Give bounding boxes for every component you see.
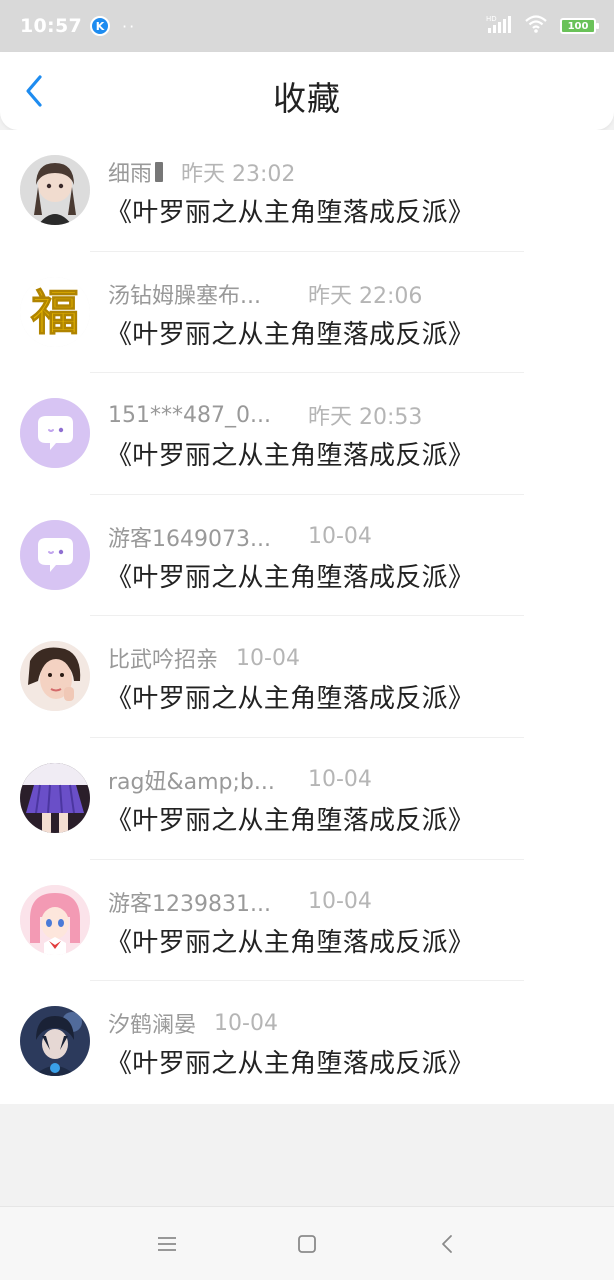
meta-line: 汤钻姆臊塞布... 昨天 22:06	[108, 278, 594, 310]
username[interactable]: 比武吟招亲	[108, 642, 218, 674]
pink-anime-avatar-icon	[20, 884, 90, 955]
story-title[interactable]: 《叶罗丽之从主角堕落成反派》	[106, 314, 474, 351]
status-bar: 10:57 K ·· HD 100	[0, 0, 614, 52]
timestamp: 10-04	[308, 767, 372, 793]
story-title[interactable]: 《叶罗丽之从主角堕落成反派》	[106, 800, 474, 837]
status-time: 10:57	[20, 15, 82, 37]
app-notification-icon: K	[89, 16, 110, 36]
system-back-button[interactable]	[427, 1224, 467, 1264]
photo-avatar-icon	[20, 641, 90, 712]
fu-character-avatar-icon: 福	[20, 276, 90, 347]
signal-icon: HD	[486, 14, 512, 38]
username[interactable]: 汐鹤澜晏	[108, 1007, 196, 1039]
anime-girl-avatar-icon	[20, 155, 90, 225]
home-button[interactable]	[287, 1224, 327, 1264]
screen: 10:57 K ·· HD 100 收藏 细雨 昨天 23:02 《叶罗丽之从主…	[0, 0, 614, 1280]
list-item[interactable]: 151***487_0... 昨天 20:53 《叶罗丽之从主角堕落成反派》	[0, 373, 614, 495]
list-item[interactable]: 游客1649073... 10-04 《叶罗丽之从主角堕落成反派》	[0, 495, 614, 617]
username[interactable]: 汤钻姆臊塞布...	[108, 278, 290, 310]
username[interactable]: 细雨	[108, 156, 152, 188]
avatar[interactable]	[20, 398, 90, 469]
username[interactable]: 游客1649073...	[108, 521, 290, 553]
purple-skirt-avatar-icon	[20, 762, 90, 833]
dark-anime-avatar-icon	[20, 1006, 90, 1077]
story-title[interactable]: 《叶罗丽之从主角堕落成反派》	[106, 922, 474, 959]
home-square-icon	[298, 1234, 316, 1253]
meta-line: 比武吟招亲 10-04	[108, 642, 594, 674]
status-right: HD 100	[486, 14, 599, 38]
menu-button[interactable]	[147, 1224, 187, 1264]
meta-line: 汐鹤澜晏 10-04	[108, 1007, 594, 1039]
timestamp: 10-04	[214, 1010, 278, 1036]
timestamp: 10-04	[308, 524, 372, 550]
avatar[interactable]	[20, 641, 90, 712]
list-item[interactable]: 细雨 昨天 23:02 《叶罗丽之从主角堕落成反派》	[0, 130, 614, 252]
avatar[interactable]	[20, 884, 90, 955]
timestamp: 昨天 20:53	[308, 405, 423, 431]
avatar[interactable]	[20, 155, 90, 225]
story-title[interactable]: 《叶罗丽之从主角堕落成反派》	[106, 557, 474, 594]
story-title[interactable]: 《叶罗丽之从主角堕落成反派》	[106, 678, 474, 715]
list-item[interactable]: 游客1239831... 10-04 《叶罗丽之从主角堕落成反派》	[0, 860, 614, 982]
timestamp: 10-04	[236, 645, 300, 671]
favorites-list: 细雨 昨天 23:02 《叶罗丽之从主角堕落成反派》 福 汤钻姆臊塞布... 昨…	[0, 130, 614, 1104]
list-item[interactable]: 比武吟招亲 10-04 《叶罗丽之从主角堕落成反派》	[0, 616, 614, 738]
story-title[interactable]: 《叶罗丽之从主角堕落成反派》	[106, 435, 474, 472]
more-notifications-icon: ··	[121, 16, 137, 36]
timestamp: 昨天 22:06	[308, 283, 423, 309]
story-title[interactable]: 《叶罗丽之从主角堕落成反派》	[106, 1043, 474, 1080]
meta-line: 游客1649073... 10-04	[108, 521, 594, 553]
list-item[interactable]: 汐鹤澜晏 10-04 《叶罗丽之从主角堕落成反派》	[0, 981, 614, 1103]
username[interactable]: 151***487_0...	[108, 403, 290, 428]
menu-icon	[158, 1236, 176, 1251]
wifi-icon	[524, 14, 548, 38]
avatar[interactable]	[20, 762, 90, 833]
user-badge-icon	[155, 162, 164, 182]
page-title: 收藏	[273, 79, 341, 118]
meta-line: rag妞&amp;b... 10-04	[108, 764, 594, 796]
list-item[interactable]: rag妞&amp;b... 10-04 《叶罗丽之从主角堕落成反派》	[0, 738, 614, 860]
system-nav-bar	[0, 1206, 614, 1280]
username[interactable]: rag妞&amp;b...	[108, 764, 290, 796]
header: 收藏	[0, 52, 614, 130]
story-title[interactable]: 《叶罗丽之从主角堕落成反派》	[106, 192, 474, 229]
timestamp: 昨天 23:02	[181, 162, 296, 187]
avatar[interactable]	[20, 519, 90, 590]
list-item[interactable]: 福 汤钻姆臊塞布... 昨天 22:06 《叶罗丽之从主角堕落成反派》	[0, 252, 614, 374]
meta-line: 151***487_0... 昨天 20:53	[108, 399, 594, 431]
default-chat-avatar-icon	[20, 519, 90, 590]
avatar[interactable]	[20, 1006, 90, 1077]
meta-line: 细雨 昨天 23:02	[108, 156, 594, 188]
timestamp: 10-04	[308, 889, 372, 915]
signal-hd-label: HD	[486, 15, 497, 23]
default-chat-avatar-icon	[20, 398, 90, 469]
svg-text:福: 福	[30, 285, 79, 341]
avatar[interactable]: 福	[20, 276, 90, 347]
back-triangle-icon	[442, 1234, 452, 1253]
username[interactable]: 游客1239831...	[108, 886, 290, 918]
battery-icon: 100	[560, 18, 599, 34]
meta-line: 游客1239831... 10-04	[108, 886, 594, 918]
